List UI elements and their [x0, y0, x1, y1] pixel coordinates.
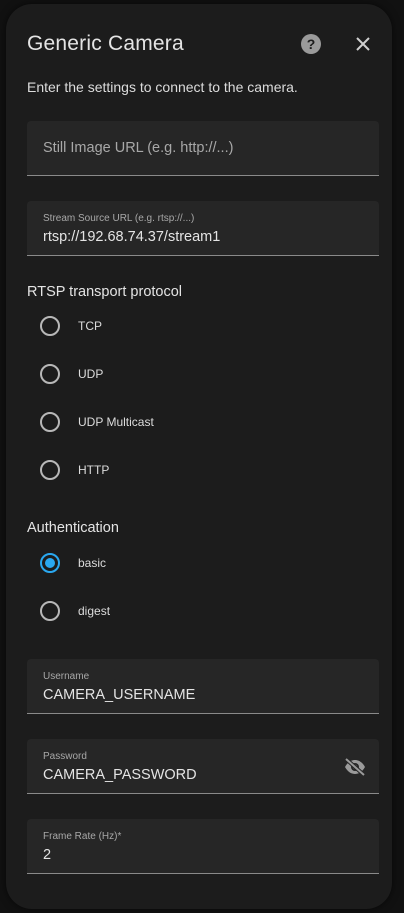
password-value: CAMERA_PASSWORD	[43, 767, 197, 783]
password-field[interactable]: Password CAMERA_PASSWORD	[27, 739, 379, 794]
password-label: Password	[43, 751, 87, 762]
frame-rate-field[interactable]: Frame Rate (Hz)* 2	[27, 819, 379, 874]
still-image-url-field[interactable]: Still Image URL (e.g. http://...)	[27, 121, 379, 176]
radio-button[interactable]	[40, 460, 60, 480]
radio-button[interactable]	[40, 316, 60, 336]
close-icon[interactable]	[352, 33, 374, 55]
radio-udp-multicast[interactable]: UDP Multicast	[40, 410, 154, 434]
rtsp-section-title: RTSP transport protocol	[27, 284, 183, 300]
radio-label: TCP	[78, 319, 102, 333]
dialog-title: Generic Camera	[27, 32, 184, 55]
help-icon[interactable]: ?	[301, 34, 321, 54]
radio-button-selected[interactable]	[40, 553, 60, 573]
eye-off-icon[interactable]	[343, 755, 367, 779]
backdrop-fragment	[0, 200, 4, 210]
radio-button[interactable]	[40, 364, 60, 384]
username-value: CAMERA_USERNAME	[43, 687, 196, 703]
radio-label: UDP Multicast	[78, 415, 154, 429]
radio-http[interactable]: HTTP	[40, 458, 109, 482]
radio-udp[interactable]: UDP	[40, 362, 103, 386]
stream-source-label: Stream Source URL (e.g. rtsp://...)	[43, 213, 195, 224]
radio-label: basic	[78, 556, 107, 570]
frame-rate-label: Frame Rate (Hz)*	[43, 831, 122, 842]
radio-button[interactable]	[40, 412, 60, 432]
radio-label: HTTP	[78, 463, 110, 477]
stream-source-value: rtsp://192.68.74.37/stream1	[43, 229, 221, 245]
username-field[interactable]: Username CAMERA_USERNAME	[27, 659, 379, 714]
dialog-description: Enter the settings to connect to the cam…	[27, 79, 298, 95]
radio-tcp[interactable]: TCP	[40, 314, 102, 338]
radio-label: digest	[78, 604, 111, 618]
radio-button[interactable]	[40, 601, 60, 621]
backdrop-fragment	[0, 150, 4, 160]
frame-rate-value: 2	[43, 847, 52, 863]
radio-digest[interactable]: digest	[40, 599, 110, 623]
username-label: Username	[43, 671, 90, 682]
config-dialog: Generic Camera ? Enter the settings to c…	[6, 4, 392, 909]
still-image-url-placeholder: Still Image URL (e.g. http://...)	[43, 140, 234, 156]
radio-basic[interactable]: basic	[40, 551, 106, 575]
dialog-header: Generic Camera ?	[6, 4, 392, 84]
radio-label: UDP	[78, 367, 104, 381]
backdrop-fragment	[396, 6, 404, 18]
stream-source-field[interactable]: Stream Source URL (e.g. rtsp://...) rtsp…	[27, 201, 379, 256]
auth-section-title: Authentication	[27, 520, 119, 536]
